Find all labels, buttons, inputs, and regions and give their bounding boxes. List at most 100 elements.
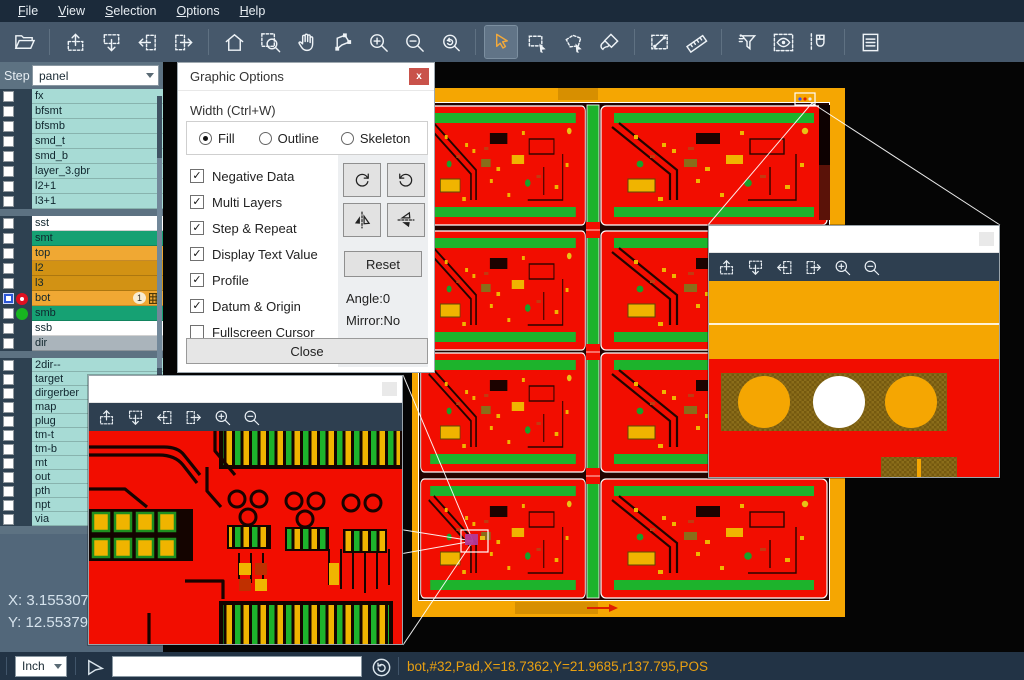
snap-angle-icon[interactable] bbox=[84, 656, 104, 676]
pan-left-button[interactable] bbox=[131, 26, 163, 58]
layer-label-cell[interactable]: fx bbox=[32, 89, 163, 104]
pan-hand-button[interactable] bbox=[290, 26, 322, 58]
layer-checkbox[interactable] bbox=[3, 388, 14, 399]
magnifier-right-titlebar[interactable] bbox=[709, 226, 999, 253]
layer-checkbox[interactable] bbox=[3, 181, 14, 192]
layer-row-smt[interactable]: smt bbox=[0, 231, 163, 246]
menu-file[interactable]: File bbox=[8, 2, 48, 20]
menu-help[interactable]: Help bbox=[230, 2, 276, 20]
layer-row-bot[interactable]: bot1 bbox=[0, 291, 163, 306]
layer-row-2dir--[interactable]: 2dir-- bbox=[0, 358, 163, 372]
layer-checkbox[interactable] bbox=[3, 218, 14, 229]
layer-row-bfsmt[interactable]: bfsmt bbox=[0, 104, 163, 119]
layer-row-sst[interactable]: sst bbox=[0, 216, 163, 231]
report-button[interactable] bbox=[854, 26, 886, 58]
checkbox-datum-origin[interactable]: ✓Datum & Origin bbox=[190, 293, 336, 319]
sidebar-scrollbar-thumb[interactable] bbox=[157, 158, 162, 368]
inspect-eye-button[interactable] bbox=[767, 26, 799, 58]
layer-label-cell[interactable]: dir bbox=[32, 336, 163, 351]
filter-button[interactable] bbox=[731, 26, 763, 58]
layer-checkbox[interactable] bbox=[3, 136, 14, 147]
layer-label-cell[interactable]: layer_3.gbr bbox=[32, 164, 163, 179]
layer-checkbox[interactable] bbox=[3, 106, 14, 117]
zoom-out-button[interactable] bbox=[398, 26, 430, 58]
layer-label-cell[interactable]: top bbox=[32, 246, 163, 261]
layer-checkbox[interactable] bbox=[3, 458, 14, 469]
pan-up-button[interactable] bbox=[59, 26, 91, 58]
layer-checkbox[interactable] bbox=[3, 233, 14, 244]
pan-left-button[interactable] bbox=[775, 258, 794, 277]
mirror-horizontal-button[interactable] bbox=[343, 203, 381, 237]
layer-label-cell[interactable]: bot1 bbox=[32, 291, 163, 306]
menu-selection[interactable]: Selection bbox=[95, 2, 166, 20]
layer-row-dir[interactable]: dir bbox=[0, 336, 163, 351]
unit-combobox[interactable]: Inch bbox=[15, 656, 67, 677]
rect-select-button[interactable] bbox=[521, 26, 553, 58]
layer-checkbox[interactable] bbox=[3, 151, 14, 162]
zoom-in-button[interactable] bbox=[362, 26, 394, 58]
command-input[interactable] bbox=[112, 656, 362, 677]
layer-row-smd_t[interactable]: smd_t bbox=[0, 134, 163, 149]
layer-checkbox[interactable] bbox=[3, 444, 14, 455]
layer-checkbox[interactable] bbox=[3, 323, 14, 334]
layer-label-cell[interactable]: bfsmt bbox=[32, 104, 163, 119]
net-highlight-button[interactable] bbox=[326, 26, 358, 58]
layer-checkbox[interactable] bbox=[3, 402, 14, 413]
pan-right-button[interactable] bbox=[184, 408, 203, 427]
layer-checkbox[interactable] bbox=[3, 416, 14, 427]
layer-row-l3[interactable]: l3 bbox=[0, 276, 163, 291]
layer-label-cell[interactable]: sst bbox=[32, 216, 163, 231]
pan-down-button[interactable] bbox=[126, 408, 145, 427]
layer-checkbox[interactable] bbox=[3, 166, 14, 177]
zoom-in-button[interactable] bbox=[213, 408, 232, 427]
layer-label-cell[interactable]: l2 bbox=[32, 261, 163, 276]
layer-label-cell[interactable]: l3+1 bbox=[32, 194, 163, 209]
home-button[interactable] bbox=[218, 26, 250, 58]
radio-outline[interactable]: Outline bbox=[259, 131, 319, 146]
layer-checkbox[interactable] bbox=[3, 121, 14, 132]
magnifier-left-titlebar[interactable] bbox=[89, 376, 402, 403]
layer-checkbox[interactable] bbox=[3, 278, 14, 289]
pan-left-button[interactable] bbox=[155, 408, 174, 427]
magnifier-right-menu-button[interactable] bbox=[979, 232, 994, 246]
magnifier-left-content[interactable] bbox=[89, 431, 402, 644]
radio-skeleton[interactable]: Skeleton bbox=[341, 131, 411, 146]
ruler-button[interactable] bbox=[680, 26, 712, 58]
layer-row-smb[interactable]: smb bbox=[0, 306, 163, 321]
pan-right-button[interactable] bbox=[167, 26, 199, 58]
refresh-icon[interactable] bbox=[370, 656, 390, 676]
layer-label-cell[interactable]: smd_t bbox=[32, 134, 163, 149]
layer-checkbox[interactable] bbox=[3, 91, 14, 102]
layer-checkbox[interactable] bbox=[3, 500, 14, 511]
layer-checkbox[interactable] bbox=[3, 196, 14, 207]
checkbox-display-text-value[interactable]: ✓Display Text Value bbox=[190, 241, 336, 267]
polygon-select-button[interactable] bbox=[557, 26, 589, 58]
dialog-titlebar[interactable]: Graphic Options x bbox=[178, 63, 434, 91]
layer-row-l2+1[interactable]: l2+1 bbox=[0, 179, 163, 194]
zoom-out-button[interactable] bbox=[242, 408, 261, 427]
layer-row-smd_b[interactable]: smd_b bbox=[0, 149, 163, 164]
radio-fill[interactable]: Fill bbox=[199, 131, 235, 146]
rotate-ccw-button[interactable] bbox=[387, 163, 425, 197]
rotate-cw-button[interactable] bbox=[343, 163, 381, 197]
checkbox-step-repeat[interactable]: ✓Step & Repeat bbox=[190, 215, 336, 241]
pan-up-button[interactable] bbox=[97, 408, 116, 427]
layer-checkbox[interactable] bbox=[3, 360, 14, 371]
snap-button[interactable] bbox=[803, 26, 835, 58]
layer-checkbox[interactable] bbox=[3, 514, 14, 525]
close-button[interactable]: Close bbox=[186, 338, 428, 364]
layer-checkbox[interactable] bbox=[3, 248, 14, 259]
layer-checkbox[interactable] bbox=[3, 374, 14, 385]
layer-row-top[interactable]: top bbox=[0, 246, 163, 261]
layer-checkbox[interactable] bbox=[3, 263, 14, 274]
layer-label-cell[interactable]: 2dir-- bbox=[32, 358, 163, 372]
layer-row-l3+1[interactable]: l3+1 bbox=[0, 194, 163, 209]
magnifier-window-right[interactable] bbox=[708, 225, 1000, 478]
layer-checkbox[interactable] bbox=[3, 472, 14, 483]
layer-label-cell[interactable]: ssb bbox=[32, 321, 163, 336]
magnifier-right-content[interactable] bbox=[709, 281, 999, 477]
layer-row-layer_3.gbr[interactable]: layer_3.gbr bbox=[0, 164, 163, 179]
layer-label-cell[interactable]: smb bbox=[32, 306, 163, 321]
pan-right-button[interactable] bbox=[804, 258, 823, 277]
layer-label-cell[interactable]: l3 bbox=[32, 276, 163, 291]
